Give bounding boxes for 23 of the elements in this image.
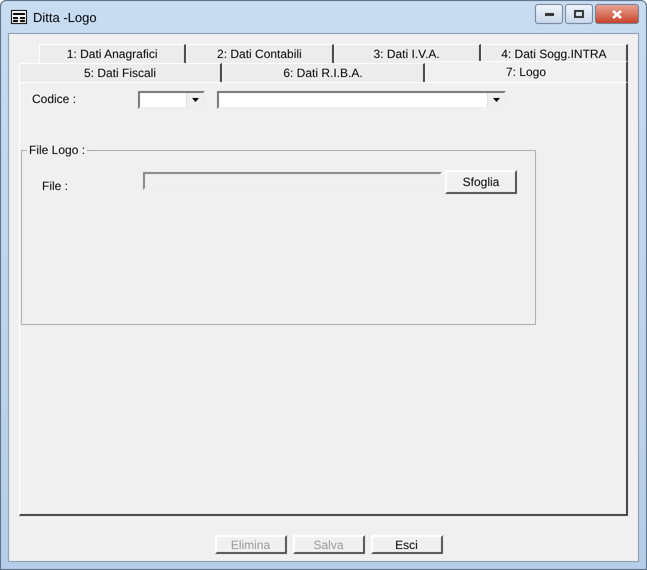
dropdown-arrow-icon bbox=[192, 98, 198, 102]
maximize-icon bbox=[574, 10, 584, 18]
codice-label: Codice : bbox=[32, 91, 78, 106]
tab[interactable]: 3: Dati I.V.A. bbox=[334, 44, 481, 63]
file-label: File : bbox=[42, 178, 70, 193]
browse-button[interactable]: Sfoglia bbox=[445, 170, 517, 194]
name-dropdown[interactable] bbox=[217, 91, 506, 109]
tab[interactable]: 1: Dati Anagrafici bbox=[39, 44, 186, 63]
tab[interactable]: 2: Dati Contabili bbox=[186, 44, 334, 63]
minimize-icon bbox=[544, 12, 554, 16]
close-button[interactable] bbox=[595, 4, 639, 24]
tab[interactable]: 6: Dati R.I.B.A. bbox=[222, 63, 425, 82]
close-icon bbox=[612, 10, 622, 18]
code-dropdown[interactable] bbox=[138, 91, 205, 109]
form-icon bbox=[11, 10, 27, 24]
group-title: File Logo : bbox=[27, 143, 88, 157]
dropdown-arrow-icon bbox=[492, 98, 500, 102]
action-button[interactable]: Esci bbox=[370, 535, 442, 554]
tab[interactable]: 5: Dati Fiscali bbox=[19, 63, 222, 82]
tab[interactable]: 7: Logo bbox=[425, 61, 628, 82]
minimize-button[interactable] bbox=[535, 4, 563, 24]
window-title: Ditta -Logo bbox=[33, 10, 97, 24]
maximize-button[interactable] bbox=[565, 4, 593, 24]
